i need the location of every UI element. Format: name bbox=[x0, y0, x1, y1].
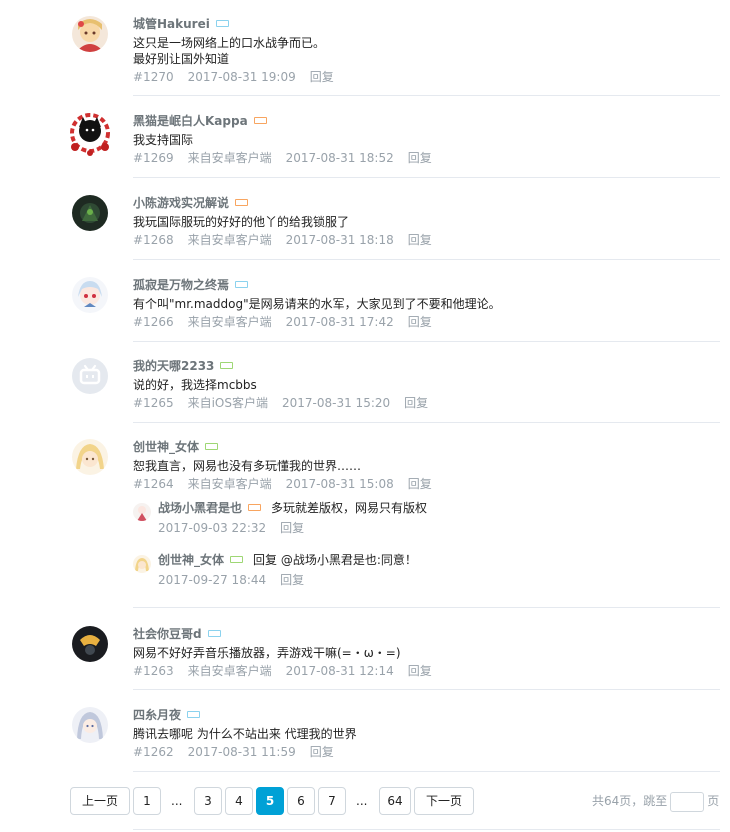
timestamp: 2017-08-31 17:42 bbox=[285, 315, 394, 329]
client-source: 来自安卓客户端 bbox=[187, 151, 272, 165]
client-source: 来自iOS客户端 bbox=[187, 396, 268, 410]
client-source: 来自安卓客户端 bbox=[187, 233, 272, 247]
client-source: 来自安卓客户端 bbox=[187, 477, 272, 491]
level-badge bbox=[215, 20, 229, 27]
avatar[interactable] bbox=[133, 503, 151, 521]
avatar[interactable] bbox=[72, 439, 108, 475]
reply-button[interactable]: 回复 bbox=[310, 70, 334, 84]
floor-number: #1270 bbox=[133, 70, 174, 84]
page-button-6[interactable]: 6 bbox=[287, 787, 315, 815]
reply-button[interactable]: 回复 bbox=[408, 664, 432, 678]
divider bbox=[133, 607, 720, 608]
reply-button[interactable]: 回复 bbox=[408, 151, 432, 165]
timestamp: 2017-08-31 15:08 bbox=[285, 477, 394, 491]
username[interactable]: 小陈游戏实况解说 bbox=[133, 196, 229, 210]
reply-button[interactable]: 回复 bbox=[280, 573, 304, 587]
page-jump: 共64页，跳至 页 bbox=[592, 787, 719, 815]
page-jump-input[interactable] bbox=[670, 791, 705, 812]
floor-number: #1266 bbox=[133, 315, 174, 329]
username[interactable]: 我的天哪2233 bbox=[133, 359, 214, 373]
divider bbox=[133, 771, 720, 772]
client-source: 来自安卓客户端 bbox=[187, 315, 272, 329]
username[interactable]: 城管Hakurei bbox=[133, 17, 210, 31]
avatar[interactable] bbox=[133, 555, 151, 573]
divider bbox=[133, 689, 720, 690]
timestamp: 2017-08-31 18:18 bbox=[285, 233, 394, 247]
comment-text: 我支持国际 bbox=[133, 133, 194, 147]
divider bbox=[133, 829, 720, 830]
username[interactable]: 创世神_女体 bbox=[158, 553, 224, 567]
comment-text: 这只是一场网络上的口水战争而已。 bbox=[133, 36, 326, 50]
page-button-64[interactable]: 64 bbox=[379, 787, 411, 815]
divider bbox=[133, 422, 720, 423]
level-badge bbox=[235, 281, 249, 288]
level-badge bbox=[207, 630, 221, 637]
floor-number: #1265 bbox=[133, 396, 174, 410]
timestamp: 2017-08-31 11:59 bbox=[187, 745, 296, 759]
floor-number: #1268 bbox=[133, 233, 174, 247]
page-button-5[interactable]: 5 bbox=[256, 787, 284, 815]
reply-button[interactable]: 回复 bbox=[310, 745, 334, 759]
total-pages-label: 共64页，跳至 bbox=[592, 794, 668, 808]
reply-text: 回复 @战场小黑君是也:同意！ bbox=[253, 553, 417, 567]
comment-text: 腾讯去哪呢 为什么不站出来 代理我的世界 bbox=[133, 727, 357, 741]
username[interactable]: 创世神_女体 bbox=[133, 440, 199, 454]
comment-text: 最好别让国外知道 bbox=[133, 52, 230, 66]
divider bbox=[133, 95, 720, 96]
timestamp: 2017-09-03 22:32 bbox=[158, 521, 267, 535]
page-button-7[interactable]: 7 bbox=[318, 787, 346, 815]
username[interactable]: 战场小黑君是也 bbox=[158, 501, 242, 515]
avatar[interactable] bbox=[72, 277, 108, 313]
page-ellipsis: ... bbox=[171, 794, 183, 808]
username[interactable]: 四糸月夜 bbox=[133, 708, 181, 722]
reply-text: 多玩就差版权，网易只有版权 bbox=[271, 501, 428, 515]
reply-button[interactable]: 回复 bbox=[280, 521, 304, 535]
reply-button[interactable]: 回复 bbox=[408, 315, 432, 329]
level-badge bbox=[205, 443, 219, 450]
avatar[interactable] bbox=[72, 358, 108, 394]
timestamp: 2017-09-27 18:44 bbox=[158, 573, 267, 587]
level-badge bbox=[230, 556, 244, 563]
avatar[interactable] bbox=[72, 16, 108, 52]
client-source: 来自安卓客户端 bbox=[187, 664, 272, 678]
comment-text: 网易不好好弄音乐播放器，弄游戏干嘛(=・ω・=) bbox=[133, 646, 401, 660]
comment-text: 恕我直言，网易也没有多玩懂我的世界…… bbox=[133, 459, 362, 473]
next-page-button[interactable]: 下一页 bbox=[414, 787, 474, 815]
reply-button[interactable]: 回复 bbox=[408, 233, 432, 247]
reply-button[interactable]: 回复 bbox=[404, 396, 428, 410]
avatar[interactable] bbox=[72, 195, 108, 231]
page-unit-label: 页 bbox=[707, 794, 720, 808]
level-badge bbox=[187, 711, 201, 718]
floor-number: #1264 bbox=[133, 477, 174, 491]
divider bbox=[133, 259, 720, 260]
comment-text: 有个叫"mr.maddog"是网易请来的水军，大家见到了不要和他理论。 bbox=[133, 297, 501, 311]
timestamp: 2017-08-31 19:09 bbox=[187, 70, 296, 84]
timestamp: 2017-08-31 18:52 bbox=[285, 151, 394, 165]
level-badge bbox=[253, 117, 267, 124]
divider bbox=[133, 177, 720, 178]
comment-text: 我玩国际服玩的好好的他丫的给我锁服了 bbox=[133, 215, 350, 229]
avatar[interactable] bbox=[72, 626, 108, 662]
avatar[interactable] bbox=[72, 707, 108, 743]
level-badge bbox=[248, 504, 262, 511]
floor-number: #1262 bbox=[133, 745, 174, 759]
comment-text: 说的好，我选择mcbbs bbox=[133, 378, 257, 392]
divider bbox=[133, 341, 720, 342]
floor-number: #1269 bbox=[133, 151, 174, 165]
username[interactable]: 社会你豆哥d bbox=[133, 627, 202, 641]
level-badge bbox=[220, 362, 234, 369]
page-button-4[interactable]: 4 bbox=[225, 787, 253, 815]
timestamp: 2017-08-31 15:20 bbox=[282, 396, 391, 410]
page-button-1[interactable]: 1 bbox=[133, 787, 161, 815]
page-ellipsis: ... bbox=[356, 794, 368, 808]
floor-number: #1263 bbox=[133, 664, 174, 678]
reply-button[interactable]: 回复 bbox=[408, 477, 432, 491]
page-button-3[interactable]: 3 bbox=[194, 787, 222, 815]
timestamp: 2017-08-31 12:14 bbox=[285, 664, 394, 678]
avatar[interactable] bbox=[65, 107, 115, 157]
prev-page-button[interactable]: 上一页 bbox=[70, 787, 130, 815]
username[interactable]: 黑猫是岷白人Kappa bbox=[133, 114, 248, 128]
level-badge bbox=[235, 199, 249, 206]
username[interactable]: 孤寂是万物之终焉 bbox=[133, 278, 229, 292]
